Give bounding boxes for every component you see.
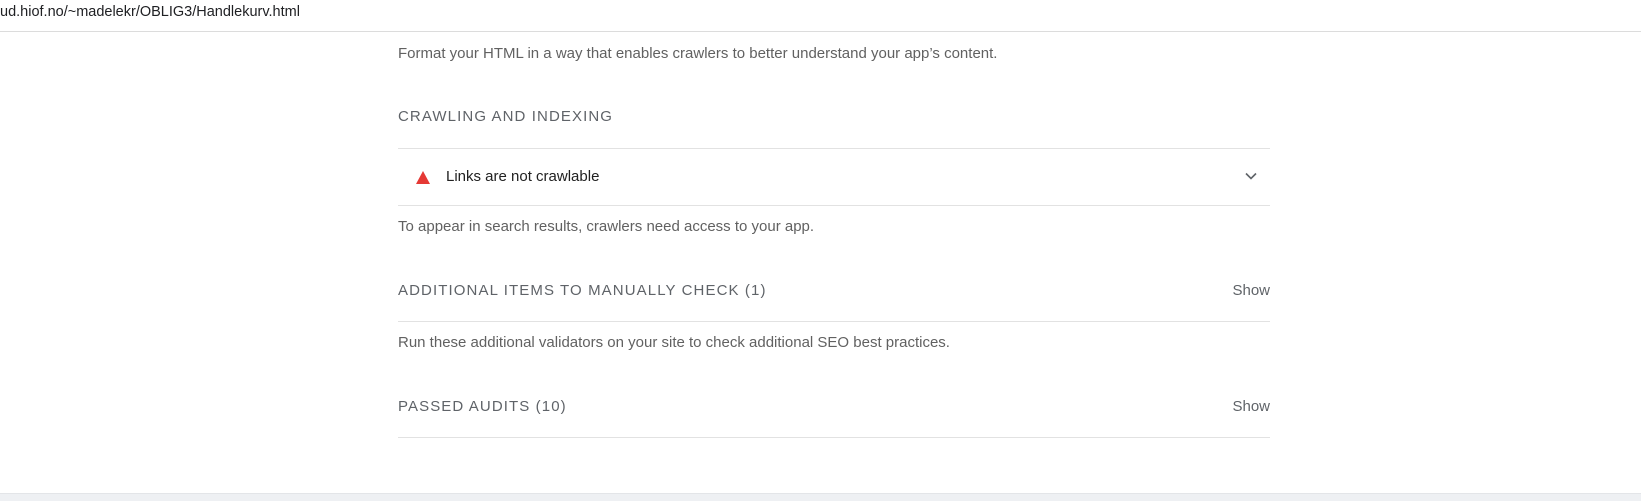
seo-intro-description: Format your HTML in a way that enables c… (398, 45, 998, 62)
divider (398, 437, 1270, 438)
passed-audits-group-title: PASSED AUDITS (10) (398, 398, 567, 415)
passed-audits-group-header: PASSED AUDITS (10) Show (398, 398, 1270, 422)
manual-check-show-toggle[interactable]: Show (1232, 282, 1270, 299)
crawling-indexing-group-title: CRAWLING AND INDEXING (398, 108, 614, 125)
passed-audits-show-toggle[interactable]: Show (1232, 398, 1270, 415)
chevron-down-icon[interactable] (1244, 169, 1258, 183)
divider (398, 321, 1270, 322)
divider (398, 205, 1270, 206)
manual-check-group-description: Run these additional validators on your … (398, 334, 950, 351)
audit-links-not-crawlable[interactable]: Links are not crawlable (398, 149, 1270, 205)
crawling-indexing-group-description: To appear in search results, crawlers ne… (398, 218, 815, 235)
manual-check-group-title: ADDITIONAL ITEMS TO MANUALLY CHECK (1) (398, 282, 767, 299)
crawling-indexing-group-header: CRAWLING AND INDEXING (398, 108, 1270, 132)
address-bar[interactable]: ud.hiof.no/~madelekr/OBLIG3/Handlekurv.h… (0, 0, 1641, 32)
url-text[interactable]: ud.hiof.no/~madelekr/OBLIG3/Handlekurv.h… (0, 4, 300, 20)
red-triangle-icon (416, 171, 430, 184)
manual-check-group-header: ADDITIONAL ITEMS TO MANUALLY CHECK (1) S… (398, 282, 1270, 306)
page-footer-band (0, 493, 1641, 501)
audit-title: Links are not crawlable (446, 168, 600, 185)
